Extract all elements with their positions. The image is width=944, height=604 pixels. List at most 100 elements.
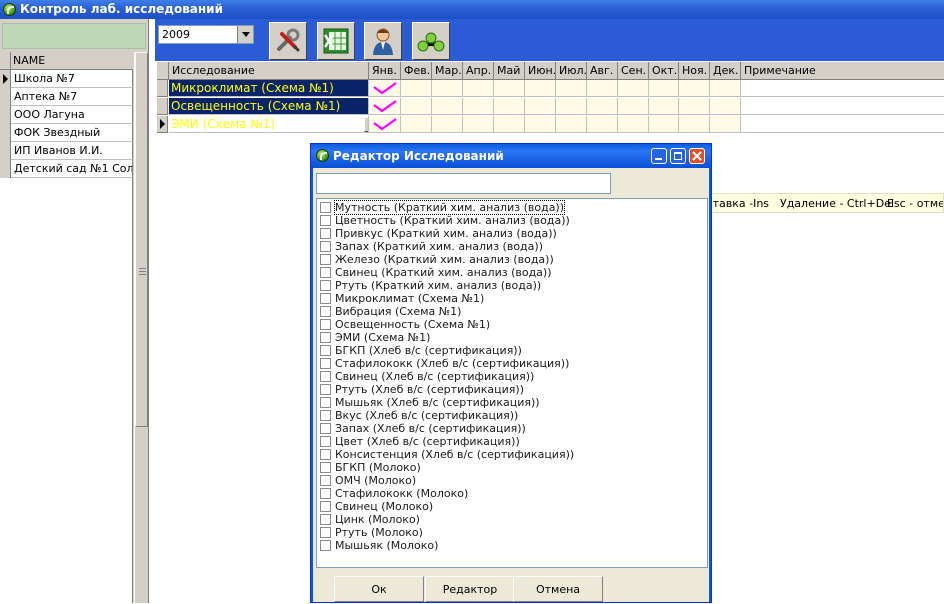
month-cell[interactable] (401, 80, 432, 97)
organization-row[interactable]: ФОК Звездный (0, 124, 133, 142)
month-cell[interactable] (525, 80, 556, 97)
note-cell[interactable] (741, 80, 944, 97)
checkbox[interactable] (320, 384, 331, 395)
year-select[interactable]: 2009 (158, 25, 254, 44)
study-name-cell[interactable]: ЭМИ (Схема №1)··· (169, 116, 369, 133)
checkbox[interactable] (320, 254, 331, 265)
note-cell[interactable] (741, 98, 944, 115)
month-cell[interactable] (401, 98, 432, 115)
month-cell[interactable] (618, 116, 649, 133)
column-header-month[interactable]: Мар. (432, 62, 463, 80)
checkbox[interactable] (320, 332, 331, 343)
organization-row[interactable]: ИП Иванов И.И. (0, 142, 133, 160)
study-name-cell[interactable]: Микроклимат (Схема №1) (169, 80, 369, 97)
month-cell[interactable] (463, 80, 494, 97)
month-cell[interactable] (369, 98, 401, 115)
scrollbar-thumb[interactable] (135, 52, 148, 427)
month-cell[interactable] (556, 80, 587, 97)
month-cell[interactable] (494, 80, 525, 97)
month-cell[interactable] (587, 98, 618, 115)
month-cell[interactable] (494, 116, 525, 133)
month-cell[interactable] (556, 116, 587, 133)
editor-button[interactable]: Редактор (425, 576, 515, 602)
month-cell[interactable] (710, 98, 741, 115)
checkbox[interactable] (320, 202, 331, 213)
checkbox[interactable] (320, 319, 331, 330)
month-cell[interactable] (525, 116, 556, 133)
month-cell[interactable] (369, 116, 401, 133)
checkbox[interactable] (320, 410, 331, 421)
month-cell[interactable] (618, 98, 649, 115)
checkbox[interactable] (320, 358, 331, 369)
checkbox[interactable] (320, 423, 331, 434)
column-header-name[interactable]: NAME (13, 52, 45, 70)
checkbox[interactable] (320, 462, 331, 473)
study-row[interactable]: Микроклимат (Схема №1) (157, 80, 944, 97)
checkbox[interactable] (320, 475, 331, 486)
note-cell[interactable] (741, 116, 944, 133)
month-cell[interactable] (679, 98, 710, 115)
month-cell[interactable] (649, 98, 679, 115)
cancel-button[interactable]: Отмена (513, 576, 603, 602)
month-cell[interactable] (494, 98, 525, 115)
left-search-field[interactable] (2, 23, 146, 49)
organization-row[interactable]: Школа №7 (0, 70, 133, 88)
checkbox[interactable] (320, 241, 331, 252)
tools-button[interactable] (269, 22, 307, 60)
checkbox[interactable] (320, 306, 331, 317)
organization-row[interactable]: Детский сад №1 Солнышко (0, 160, 133, 178)
checkbox[interactable] (320, 514, 331, 525)
month-cell[interactable] (710, 116, 741, 133)
maximize-button[interactable] (670, 148, 686, 164)
organization-row[interactable]: ООО Лагуна (0, 106, 133, 124)
column-header-month[interactable]: Июн. (525, 62, 556, 80)
month-cell[interactable] (369, 80, 401, 97)
month-cell[interactable] (649, 116, 679, 133)
checkbox[interactable] (320, 397, 331, 408)
column-header-month[interactable]: Дек. (710, 62, 741, 80)
column-header-month[interactable]: Янв. (369, 62, 401, 80)
molecule-button[interactable] (412, 22, 450, 60)
column-header-month[interactable]: Апр. (463, 62, 494, 80)
ok-button[interactable]: Ок (334, 576, 424, 602)
checkbox[interactable] (320, 293, 331, 304)
column-header-month[interactable]: Авг. (587, 62, 618, 80)
close-button[interactable] (689, 148, 705, 164)
column-header-month[interactable]: Май (494, 62, 525, 80)
checkbox[interactable] (320, 280, 331, 291)
checkbox[interactable] (320, 215, 331, 226)
month-cell[interactable] (556, 98, 587, 115)
month-cell[interactable] (463, 116, 494, 133)
column-header-month[interactable]: Июл. (556, 62, 587, 80)
month-cell[interactable] (679, 80, 710, 97)
checkbox[interactable] (320, 488, 331, 499)
month-cell[interactable] (432, 80, 463, 97)
column-header-study[interactable]: Исследование (169, 62, 369, 80)
column-header-month[interactable]: Фев. (401, 62, 432, 80)
month-cell[interactable] (401, 116, 432, 133)
month-cell[interactable] (618, 80, 649, 97)
month-cell[interactable] (525, 98, 556, 115)
checkbox[interactable] (320, 371, 331, 382)
month-cell[interactable] (463, 98, 494, 115)
month-cell[interactable] (432, 116, 463, 133)
column-header-month[interactable]: Окт. (649, 62, 679, 80)
user-button[interactable] (364, 22, 402, 60)
dialog-titlebar[interactable]: Редактор Исследований (311, 144, 711, 168)
month-cell[interactable] (587, 80, 618, 97)
month-cell[interactable] (710, 80, 741, 97)
checkbox[interactable] (320, 540, 331, 551)
study-name-cell[interactable]: Освещенность (Схема №1) (169, 98, 369, 115)
month-cell[interactable] (679, 116, 710, 133)
chevron-down-icon[interactable] (237, 26, 253, 43)
checkbox[interactable] (320, 501, 331, 512)
minimize-button[interactable] (651, 148, 667, 164)
month-cell[interactable] (587, 116, 618, 133)
checkbox[interactable] (320, 436, 331, 447)
column-header-note[interactable]: Примечание (741, 62, 944, 80)
checkbox[interactable] (320, 267, 331, 278)
checkbox[interactable] (320, 527, 331, 538)
organization-row[interactable]: Аптека №7 (0, 88, 133, 106)
study-row[interactable]: ЭМИ (Схема №1)··· (157, 116, 944, 133)
checkbox[interactable] (320, 449, 331, 460)
